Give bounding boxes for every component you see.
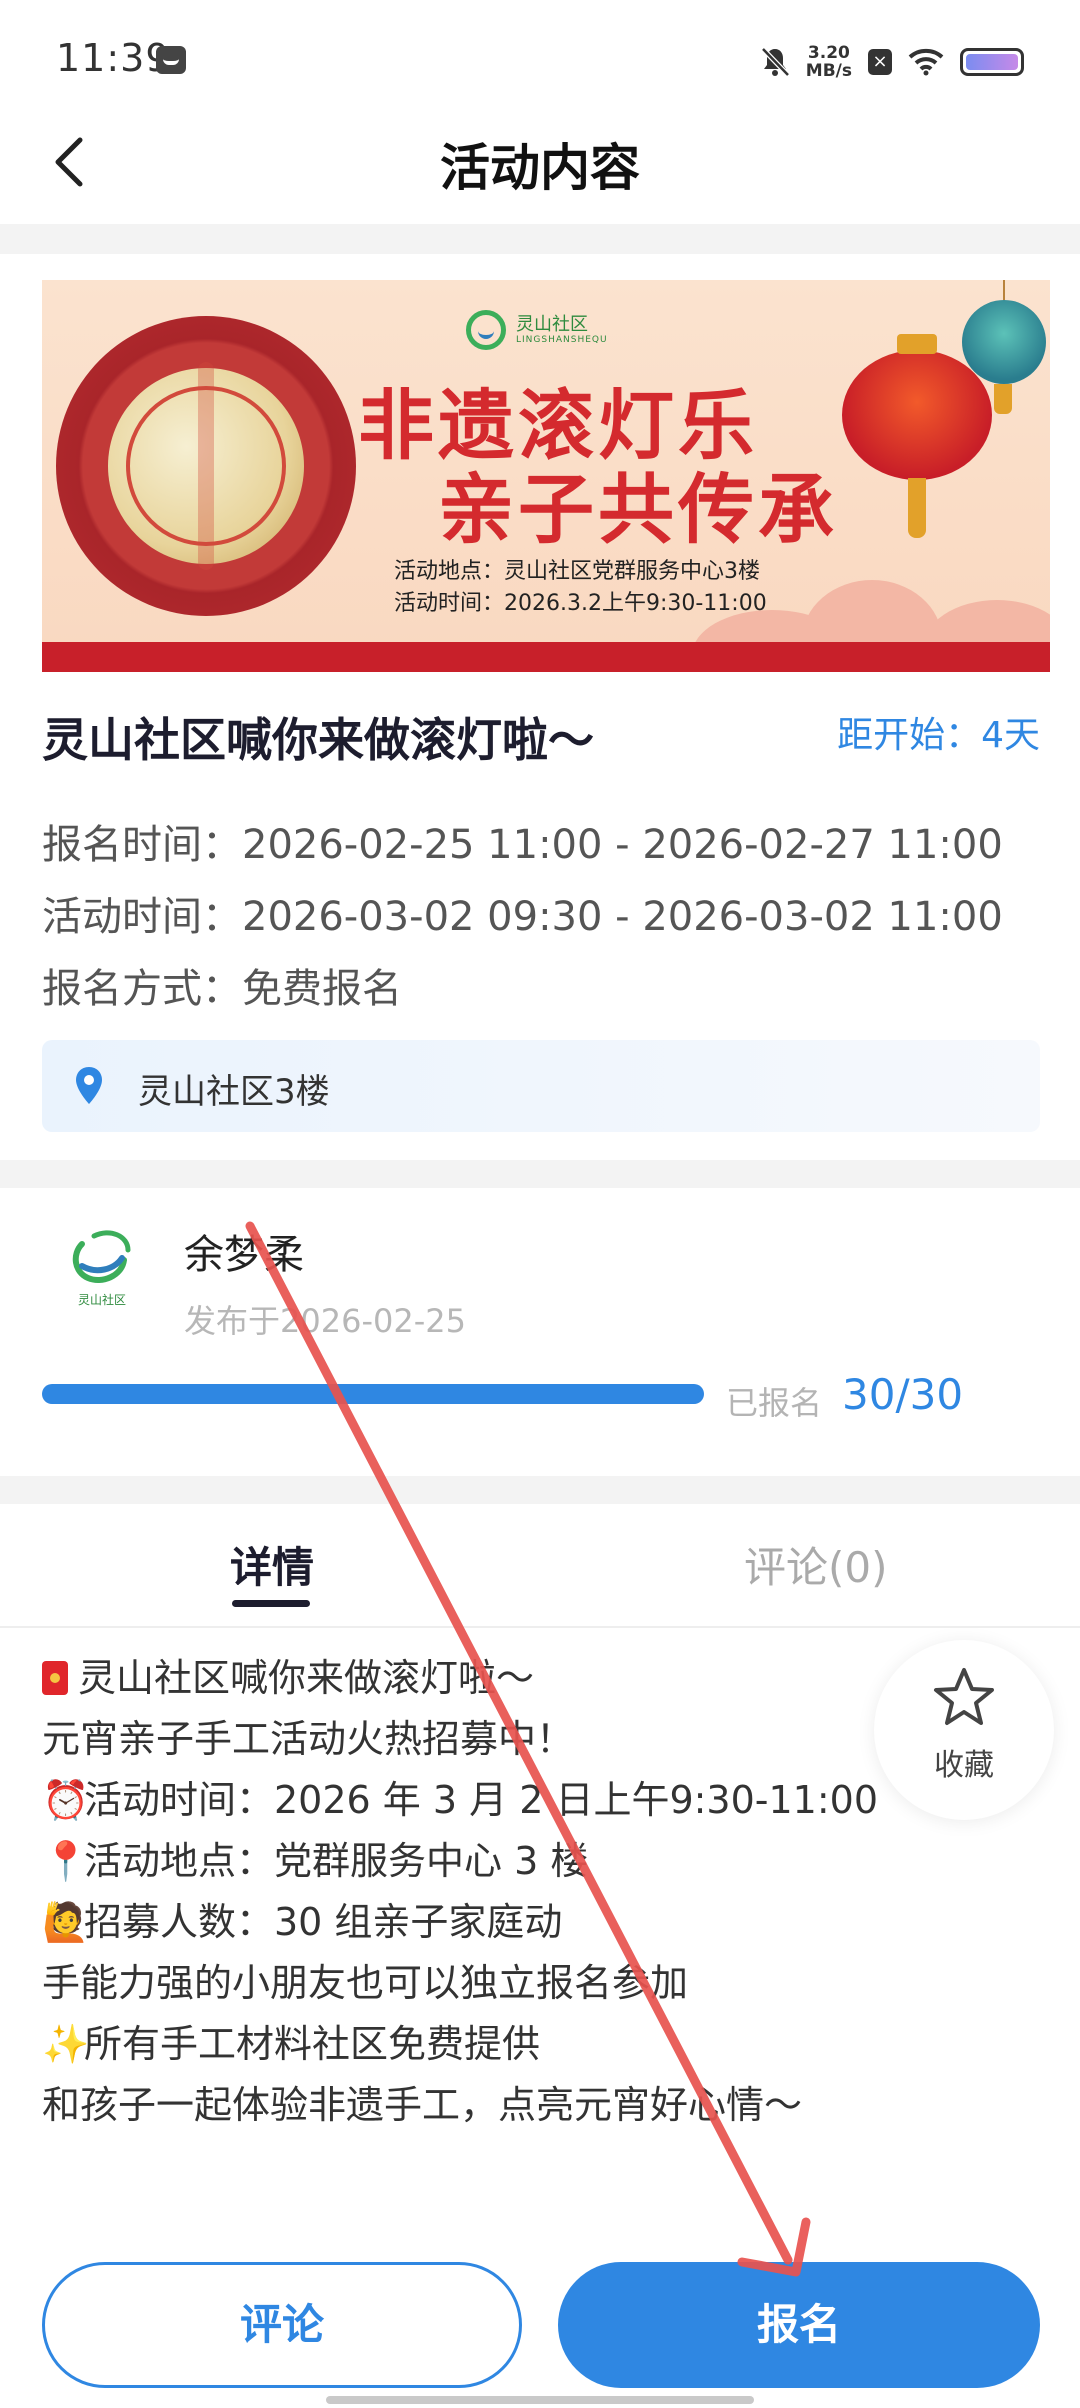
section-divider	[0, 1160, 1080, 1188]
detail-line: ✨所有手工材料社区免费提供	[42, 2014, 878, 2075]
pushpin-icon: 📍	[42, 1839, 90, 1883]
home-indicator[interactable]	[326, 2396, 754, 2404]
detail-line: 灵山社区喊你来做滚灯啦～	[42, 1648, 878, 1709]
sparkles-icon: ✨	[42, 2022, 90, 2066]
detail-line-text: 灵山社区喊你来做滚灯啦～	[78, 1656, 535, 1700]
no-sim-icon: ×	[868, 49, 892, 75]
detail-line: ⏰活动时间：2026 年 3 月 2 日上午9:30-11:00	[42, 1770, 878, 1831]
banner-info: 活动地点：灵山社区党群服务中心3楼 活动时间：2026.3.2上午9:30-11…	[394, 556, 767, 620]
tab-divider	[0, 1626, 1080, 1628]
star-icon	[934, 1668, 994, 1725]
tab-detail[interactable]: 详情	[230, 1534, 314, 1595]
signup-time-row: 报名时间：2026-02-25 11:00 - 2026-02-27 11:00	[42, 812, 1003, 870]
detail-line: 元宵亲子手工活动火热招募中！	[42, 1709, 878, 1770]
net-speed-unit: MB/s	[805, 61, 852, 81]
page-title: 活动内容	[440, 139, 640, 197]
banner-logo: 灵山社区 LINGSHANSHEQU	[466, 310, 608, 350]
avatar-text: 灵山社区	[78, 1292, 126, 1307]
section-divider	[0, 1476, 1080, 1504]
banner-headline-2: 亲子共传承	[438, 465, 838, 554]
location-text: 灵山社区3楼	[138, 1072, 330, 1112]
banner-time: 活动时间：2026.3.2上午9:30-11:00	[394, 591, 767, 616]
detail-line: 📍活动地点：党群服务中心 3 楼	[42, 1831, 878, 1892]
signed-up-label: 已报名	[726, 1384, 823, 1422]
network-speed: 3.20 MB/s	[806, 44, 852, 80]
detail-content: 灵山社区喊你来做滚灯啦～ 元宵亲子手工活动火热招募中！ ⏰活动时间：2026 年…	[42, 1648, 878, 2136]
status-time: 11:39	[56, 36, 171, 80]
activity-time-label: 活动时间：	[42, 894, 242, 940]
signup-button[interactable]: 报名	[558, 2262, 1040, 2388]
comment-button[interactable]: 评论	[42, 2262, 522, 2388]
detail-line-text: 招募人数：30 组亲子家庭动	[84, 1900, 563, 1944]
banner-location: 活动地点：灵山社区党群服务中心3楼	[394, 559, 760, 584]
signup-time-label: 报名时间：	[42, 822, 242, 868]
detail-line-text: 元宵亲子手工活动火热招募中！	[42, 1717, 575, 1761]
detail-line-text: 活动地点：党群服务中心 3 楼	[84, 1839, 589, 1883]
status-bar: 11:39 3.20 MB/s ×	[0, 0, 1080, 120]
detail-line-text: 和孩子一起体验非遗手工，点亮元宵好心情～	[42, 2083, 803, 2127]
battery-icon	[960, 48, 1024, 76]
red-envelope-icon	[42, 1661, 68, 1695]
signup-method-label: 报名方式：	[42, 966, 242, 1012]
detail-line: 🙋招募人数：30 组亲子家庭动	[42, 1892, 878, 1953]
signup-method-row: 报名方式：免费报名	[42, 956, 402, 1014]
countdown-label: 距开始：4天	[837, 715, 1040, 756]
mute-bell-icon	[760, 47, 790, 77]
signup-method-value: 免费报名	[242, 966, 402, 1012]
publish-date: 发布于2026-02-25	[184, 1302, 466, 1340]
banner-logo-subtext: LINGSHANSHEQU	[516, 335, 608, 345]
event-banner-image: 灵山社区 LINGSHANSHEQU 非遗滚灯乐 亲子共传承 活动地点：灵山社区…	[42, 280, 1050, 672]
tab-comments[interactable]: 评论(0)	[744, 1534, 888, 1595]
activity-time-value: 2026-03-02 09:30 - 2026-03-02 11:00	[242, 894, 1003, 940]
event-title: 灵山社区喊你来做滚灯啦～	[42, 713, 594, 767]
banner-logo-text: 灵山社区	[516, 314, 588, 335]
detail-line-text: 手能力强的小朋友也可以独立报名参加	[42, 1961, 689, 2005]
teal-lantern-illustration	[962, 300, 1046, 414]
net-speed-value: 3.20	[807, 43, 850, 63]
location-pin-icon	[76, 1067, 102, 1104]
signup-progress-bar	[42, 1384, 704, 1404]
signup-time-value: 2026-02-25 11:00 - 2026-02-27 11:00	[242, 822, 1003, 868]
section-divider	[0, 224, 1080, 254]
detail-line: 手能力强的小朋友也可以独立报名参加	[42, 1953, 878, 2014]
detail-line-text: 所有手工材料社区免费提供	[84, 2022, 541, 2066]
rolling-lantern-illustration	[56, 316, 356, 616]
publisher-name: 余梦柔	[184, 1232, 304, 1278]
alarm-clock-icon: ⏰	[42, 1778, 90, 1822]
message-notification-icon	[156, 46, 186, 74]
raising-hand-icon: 🙋	[42, 1900, 90, 1944]
active-tab-indicator	[232, 1600, 310, 1607]
favorite-label: 收藏	[934, 1748, 994, 1783]
red-lantern-illustration	[842, 334, 992, 538]
community-logo-icon	[466, 310, 506, 350]
wifi-icon	[908, 48, 944, 76]
activity-time-row: 活动时间：2026-03-02 09:30 - 2026-03-02 11:00	[42, 884, 1003, 942]
detail-line-text: 活动时间：2026 年 3 月 2 日上午9:30-11:00	[84, 1778, 879, 1822]
signed-up-count: 30/30	[842, 1370, 964, 1419]
publisher-avatar[interactable]: 灵山社区	[52, 1214, 152, 1324]
status-icons: 3.20 MB/s ×	[760, 42, 1024, 82]
detail-line: 和孩子一起体验非遗手工，点亮元宵好心情～	[42, 2075, 878, 2136]
